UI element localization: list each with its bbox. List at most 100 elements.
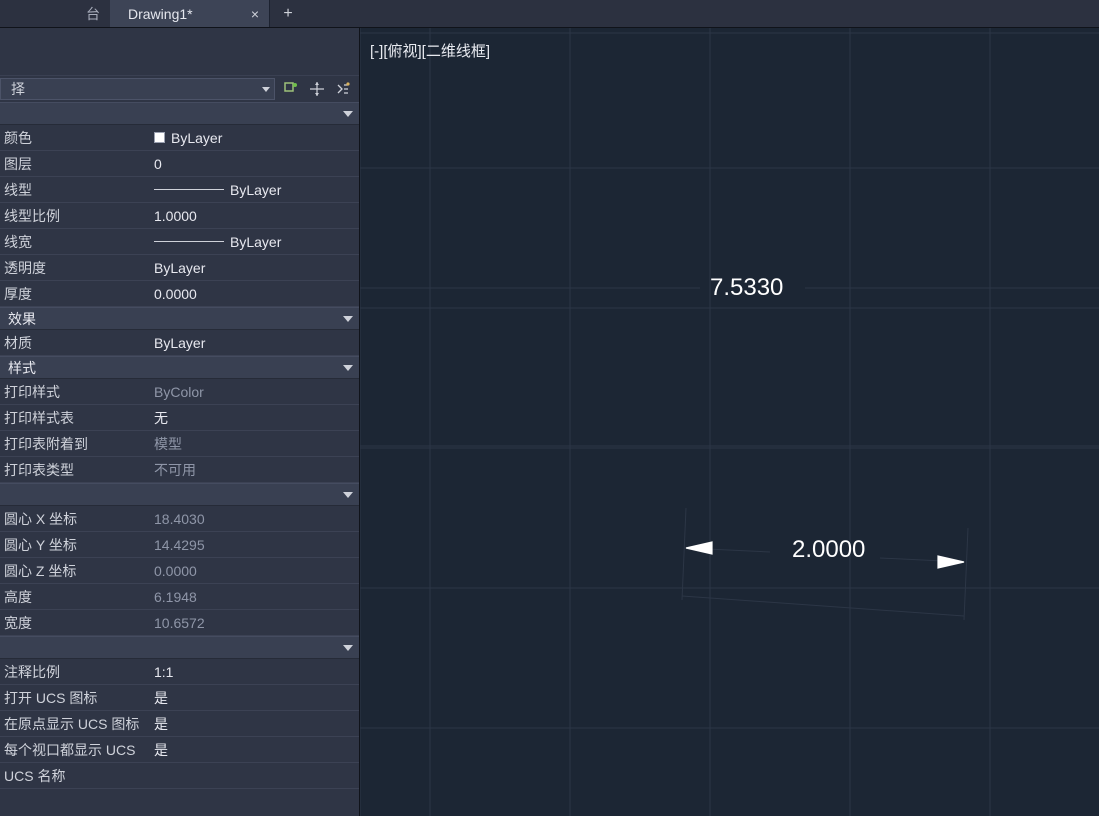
property-key: 打印表附着到: [0, 434, 150, 454]
property-key: 打印样式表: [0, 408, 150, 428]
property-row[interactable]: 圆心 Y 坐标14.4295: [0, 532, 359, 558]
property-row[interactable]: 高度6.1948: [0, 584, 359, 610]
property-row[interactable]: 注释比例1:1: [0, 659, 359, 685]
dimension-value-1[interactable]: 7.5330: [710, 274, 783, 302]
property-value[interactable]: 1.0000: [150, 208, 359, 224]
property-row[interactable]: 厚度0.0000: [0, 281, 359, 307]
close-icon[interactable]: ×: [237, 6, 259, 22]
property-value-text: 0.0000: [154, 563, 197, 579]
property-row[interactable]: 打印样式表无: [0, 405, 359, 431]
section-view-header[interactable]: [0, 483, 359, 506]
property-row[interactable]: 线宽ByLayer: [0, 229, 359, 255]
property-value[interactable]: 10.6572: [150, 615, 359, 631]
viewport-label[interactable]: [-][俯视][二维线框]: [370, 40, 490, 61]
property-key: 厚度: [0, 284, 150, 304]
section-general-header[interactable]: [0, 102, 359, 125]
property-key: 材质: [0, 333, 150, 353]
section-misc-header[interactable]: [0, 636, 359, 659]
property-value[interactable]: ByLayer: [150, 182, 359, 198]
property-row[interactable]: 打印样式ByColor: [0, 379, 359, 405]
property-key: 线型比例: [0, 206, 150, 226]
property-value[interactable]: 0.0000: [150, 563, 359, 579]
quick-select-icon[interactable]: [281, 79, 301, 99]
property-value[interactable]: 0: [150, 156, 359, 172]
property-row[interactable]: 材质ByLayer: [0, 330, 359, 356]
property-value-text: 1.0000: [154, 208, 197, 224]
section-misc-body: 注释比例1:1打开 UCS 图标是在原点显示 UCS 图标是每个视口都显示 UC…: [0, 659, 359, 789]
property-value-text: ByLayer: [154, 260, 205, 276]
property-key: 线宽: [0, 232, 150, 252]
property-key: 高度: [0, 587, 150, 607]
section-effects-header[interactable]: 效果: [0, 307, 359, 330]
property-value[interactable]: 0.0000: [150, 286, 359, 302]
property-row[interactable]: 线型比例1.0000: [0, 203, 359, 229]
properties-panel: 择 颜色ByLayer图层0线型ByLayer线型比例1.0000线宽ByLay…: [0, 28, 360, 816]
property-value-text: ByLayer: [171, 130, 222, 146]
property-key: 圆心 Y 坐标: [0, 535, 150, 555]
property-row[interactable]: 打开 UCS 图标是: [0, 685, 359, 711]
property-value[interactable]: ByLayer: [150, 234, 359, 250]
section-plot-header[interactable]: 样式: [0, 356, 359, 379]
property-value-text: 6.1948: [154, 589, 197, 605]
chevron-down-icon: [343, 111, 353, 117]
property-value[interactable]: 是: [150, 688, 359, 708]
property-row[interactable]: 透明度ByLayer: [0, 255, 359, 281]
property-row[interactable]: 每个视口都显示 UCS是: [0, 737, 359, 763]
property-value[interactable]: 18.4030: [150, 511, 359, 527]
section-plot-label: 样式: [8, 358, 343, 378]
property-key: 颜色: [0, 128, 150, 148]
property-value-text: ByLayer: [154, 335, 205, 351]
property-row[interactable]: 宽度10.6572: [0, 610, 359, 636]
linetype-preview-icon: [154, 241, 224, 242]
property-value[interactable]: ByLayer: [150, 335, 359, 351]
property-value-text: 0.0000: [154, 286, 197, 302]
section-plot-body: 打印样式ByColor打印样式表无打印表附着到模型打印表类型不可用: [0, 379, 359, 483]
tab-label: Drawing1*: [128, 6, 193, 22]
chevron-down-icon: [343, 365, 353, 371]
property-value[interactable]: 是: [150, 714, 359, 734]
property-value[interactable]: 1:1: [150, 664, 359, 680]
pick-point-icon[interactable]: [307, 79, 327, 99]
property-value-text: 模型: [154, 434, 182, 454]
property-value[interactable]: 是: [150, 740, 359, 760]
property-row[interactable]: 在原点显示 UCS 图标是: [0, 711, 359, 737]
property-value[interactable]: ByColor: [150, 384, 359, 400]
dimension-value-2[interactable]: 2.0000: [792, 536, 865, 564]
property-key: 宽度: [0, 613, 150, 633]
property-row[interactable]: 圆心 X 坐标18.4030: [0, 506, 359, 532]
quick-calc-icon[interactable]: [333, 79, 353, 99]
property-key: 注释比例: [0, 662, 150, 682]
property-value[interactable]: 无: [150, 408, 359, 428]
property-value[interactable]: ByLayer: [150, 260, 359, 276]
drawing-canvas[interactable]: [-][俯视][二维线框] 7.5330 2.0000: [360, 28, 1099, 816]
property-value[interactable]: ByLayer: [150, 130, 359, 146]
color-swatch-icon: [154, 132, 165, 143]
property-row[interactable]: 圆心 Z 坐标0.0000: [0, 558, 359, 584]
add-tab-button[interactable]: +: [270, 0, 306, 27]
tab-drawing1[interactable]: Drawing1* ×: [110, 0, 270, 27]
property-value[interactable]: 14.4295: [150, 537, 359, 553]
property-value-text: 1:1: [154, 664, 173, 680]
property-value-text: 是: [154, 714, 168, 734]
property-row[interactable]: 线型ByLayer: [0, 177, 359, 203]
section-general-body: 颜色ByLayer图层0线型ByLayer线型比例1.0000线宽ByLayer…: [0, 125, 359, 307]
selection-text: 择: [5, 79, 262, 99]
property-key: 打开 UCS 图标: [0, 688, 150, 708]
property-key: UCS 名称: [0, 766, 150, 786]
property-value-text: ByLayer: [230, 182, 281, 198]
property-value-text: 14.4295: [154, 537, 205, 553]
chevron-down-icon: [343, 492, 353, 498]
property-value-text: 10.6572: [154, 615, 205, 631]
property-row[interactable]: 颜色 ByLayer: [0, 125, 359, 151]
property-value[interactable]: 6.1948: [150, 589, 359, 605]
property-value[interactable]: 模型: [150, 434, 359, 454]
property-value-text: 无: [154, 408, 168, 428]
property-value[interactable]: 不可用: [150, 460, 359, 480]
selection-dropdown[interactable]: 择: [0, 78, 275, 100]
property-key: 透明度: [0, 258, 150, 278]
property-row[interactable]: UCS 名称: [0, 763, 359, 789]
section-view-body: 圆心 X 坐标18.4030圆心 Y 坐标14.4295圆心 Z 坐标0.000…: [0, 506, 359, 636]
property-row[interactable]: 打印表类型不可用: [0, 457, 359, 483]
property-row[interactable]: 图层0: [0, 151, 359, 177]
property-row[interactable]: 打印表附着到模型: [0, 431, 359, 457]
